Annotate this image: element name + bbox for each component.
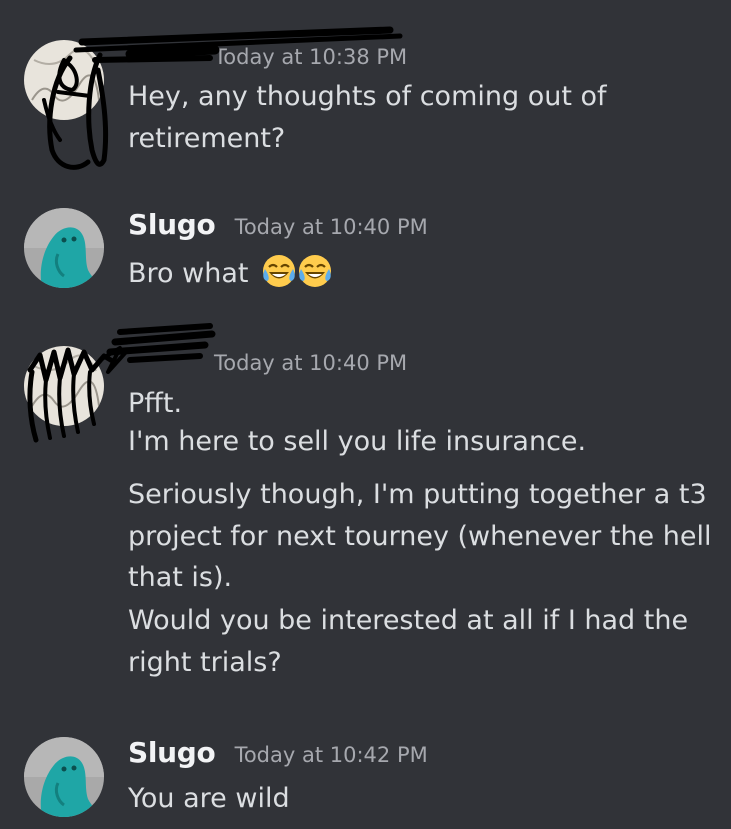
message-text: Pfft. <box>128 388 183 419</box>
message-text: Seriously though, I'm putting together a… <box>128 479 707 510</box>
message-text: I'm here to sell you life insurance. <box>128 426 587 457</box>
message-header: Slugo Today at 10:40 PM <box>128 208 428 241</box>
redacted-avatar-icon[interactable] <box>24 40 104 120</box>
teal-slug-avatar-icon[interactable] <box>24 208 104 288</box>
timestamp[interactable]: Today at 10:38 PM <box>214 45 407 69</box>
redaction-scribble <box>42 26 403 170</box>
message-text: that is). <box>128 562 233 593</box>
message-text: retirement? <box>128 123 286 154</box>
message-text: project for next tourney (whenever the h… <box>128 521 712 552</box>
message-header: Slugo Today at 10:42 PM <box>128 736 428 769</box>
timestamp[interactable]: Today at 10:40 PM <box>235 215 428 239</box>
joy-emoji-icon[interactable] <box>261 253 297 289</box>
message-header: Today at 10:40 PM <box>128 344 407 377</box>
message-text: Hey, any thoughts of coming out of <box>128 81 607 112</box>
message-text: Would you be interested at all if I had … <box>128 605 689 636</box>
message-header: Today at 10:38 PM <box>128 38 407 71</box>
username[interactable]: Slugo <box>128 208 216 241</box>
message-text: right trials? <box>128 647 282 678</box>
timestamp[interactable]: Today at 10:42 PM <box>235 743 428 767</box>
teal-slug-avatar-icon[interactable] <box>24 737 104 817</box>
redaction-scribble <box>27 323 216 443</box>
username[interactable]: Slugo <box>128 736 216 769</box>
redacted-avatar-icon[interactable] <box>24 346 104 426</box>
timestamp[interactable]: Today at 10:40 PM <box>214 351 407 375</box>
message-text: Bro what <box>128 253 333 295</box>
message-text-content: Bro what <box>128 258 249 289</box>
joy-emoji-icon[interactable] <box>297 253 333 289</box>
message-text: You are wild <box>128 783 290 814</box>
